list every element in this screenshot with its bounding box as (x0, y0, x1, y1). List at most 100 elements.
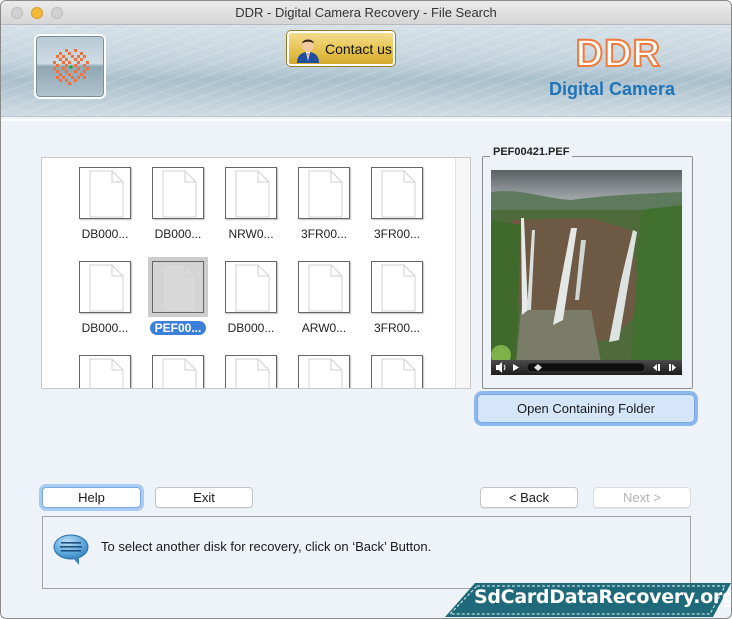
file-name: 3FR00... (287, 227, 361, 242)
file-item[interactable]: 3FR00... (287, 167, 357, 257)
file-name: DB000... (141, 227, 215, 242)
close-window-button[interactable] (11, 7, 23, 19)
file-thumbnail[interactable] (371, 355, 423, 388)
title-bar: DDR - Digital Camera Recovery - File Sea… (1, 1, 731, 25)
file-name-label: DB000... (81, 227, 129, 241)
step-back-icon[interactable] (653, 364, 660, 371)
person-icon (297, 37, 319, 63)
document-icon (162, 170, 197, 218)
document-icon (235, 358, 270, 388)
brand-subtitle: Digital Camera (548, 79, 675, 99)
file-name: DB000... (214, 321, 288, 336)
logo-icon (53, 49, 89, 85)
file-name: 3FR00... (360, 321, 434, 336)
status-panel: To select another disk for recovery, cli… (42, 516, 691, 589)
file-name: PEF00... (141, 321, 215, 336)
document-icon (235, 170, 270, 218)
step-forward-icon[interactable] (669, 364, 676, 371)
seek-track[interactable] (526, 362, 646, 373)
file-item[interactable]: DB000... (68, 167, 138, 257)
file-name: ARW0... (287, 321, 361, 336)
app-logo (34, 34, 106, 99)
play-icon[interactable] (513, 364, 519, 371)
file-item[interactable]: NRW0... (214, 167, 284, 257)
file-thumbnail[interactable] (225, 167, 277, 219)
file-thumbnail[interactable] (225, 261, 277, 313)
file-name-label: DB000... (154, 227, 202, 241)
document-icon (89, 358, 124, 388)
document-icon (308, 264, 343, 312)
speech-bubble-icon (53, 534, 89, 565)
status-message: To select another disk for recovery, cli… (101, 539, 432, 554)
file-thumbnail[interactable] (371, 261, 423, 313)
help-button[interactable]: Help (42, 487, 141, 508)
file-item[interactable]: PEF00... (141, 261, 211, 351)
file-item[interactable] (68, 355, 138, 388)
document-icon (89, 264, 124, 312)
waterfall-photo (491, 170, 682, 362)
file-name-label: 3FR00... (300, 227, 348, 241)
exit-button[interactable]: Exit (155, 487, 253, 508)
next-button[interactable]: Next > (593, 487, 691, 508)
document-icon (381, 170, 416, 218)
watermark-text: SdCardDataRecovery.org (474, 586, 732, 608)
window-title: DDR - Digital Camera Recovery - File Sea… (235, 5, 497, 20)
app-window: DDR - Digital Camera Recovery - File Sea… (0, 0, 732, 619)
header-banner: Contact us DDR Digital Camera (1, 25, 731, 117)
file-thumbnail[interactable] (225, 355, 277, 388)
document-icon (89, 170, 124, 218)
document-icon (308, 170, 343, 218)
file-thumbnail[interactable] (152, 355, 204, 388)
file-thumbnail[interactable] (371, 167, 423, 219)
media-player-controls (491, 360, 682, 375)
back-button[interactable]: < Back (480, 487, 578, 508)
file-item[interactable]: 3FR00... (360, 261, 430, 351)
document-icon (381, 264, 416, 312)
file-name-label: 3FR00... (373, 227, 421, 241)
preview-image (491, 170, 682, 362)
file-item[interactable]: 3FR00... (360, 167, 430, 257)
file-name: DB000... (68, 227, 142, 242)
file-grid-scrollbar[interactable] (455, 158, 470, 388)
file-thumbnail[interactable] (152, 167, 204, 219)
file-thumbnail[interactable] (152, 261, 204, 313)
file-name-label: 3FR00... (373, 321, 421, 335)
file-item[interactable] (141, 355, 211, 388)
file-grid: DB000... DB000... NRW0... 3FR00... 3FR00... D… (41, 157, 471, 389)
brand-name: DDR (575, 32, 661, 76)
document-icon (308, 358, 343, 388)
file-name-label: DB000... (227, 321, 275, 335)
file-name: NRW0... (214, 227, 288, 242)
file-thumbnail[interactable] (298, 355, 350, 388)
file-thumbnail[interactable] (298, 261, 350, 313)
document-icon (162, 264, 197, 312)
file-name-label: DB000... (81, 321, 129, 335)
contact-us-button[interactable]: Contact us (287, 31, 395, 66)
file-item[interactable] (287, 355, 357, 388)
file-thumbnail[interactable] (298, 167, 350, 219)
file-item[interactable]: DB000... (141, 167, 211, 257)
file-thumbnail[interactable] (79, 261, 131, 313)
file-name: DB000... (68, 321, 142, 336)
file-name-label: NRW0... (228, 227, 274, 241)
banner-divider (1, 119, 731, 121)
file-item[interactable] (214, 355, 284, 388)
file-item[interactable] (360, 355, 430, 388)
file-name-label: PEF00... (149, 321, 207, 335)
file-item[interactable]: ARW0... (287, 261, 357, 351)
file-name: 3FR00... (360, 227, 434, 242)
contact-us-label: Contact us (325, 40, 392, 57)
minimize-window-button[interactable] (31, 7, 43, 19)
file-thumbnail[interactable] (79, 167, 131, 219)
document-icon (162, 358, 197, 388)
open-containing-folder-button[interactable]: Open Containing Folder (477, 394, 695, 423)
preview-filename: PEF00421.PEF (490, 146, 573, 158)
document-icon (381, 358, 416, 388)
file-item[interactable]: DB000... (68, 261, 138, 351)
maximize-window-button[interactable] (51, 7, 63, 19)
volume-icon[interactable] (496, 362, 506, 373)
file-thumbnail[interactable] (79, 355, 131, 388)
file-name-label: ARW0... (301, 321, 347, 335)
document-icon (235, 264, 270, 312)
file-item[interactable]: DB000... (214, 261, 284, 351)
